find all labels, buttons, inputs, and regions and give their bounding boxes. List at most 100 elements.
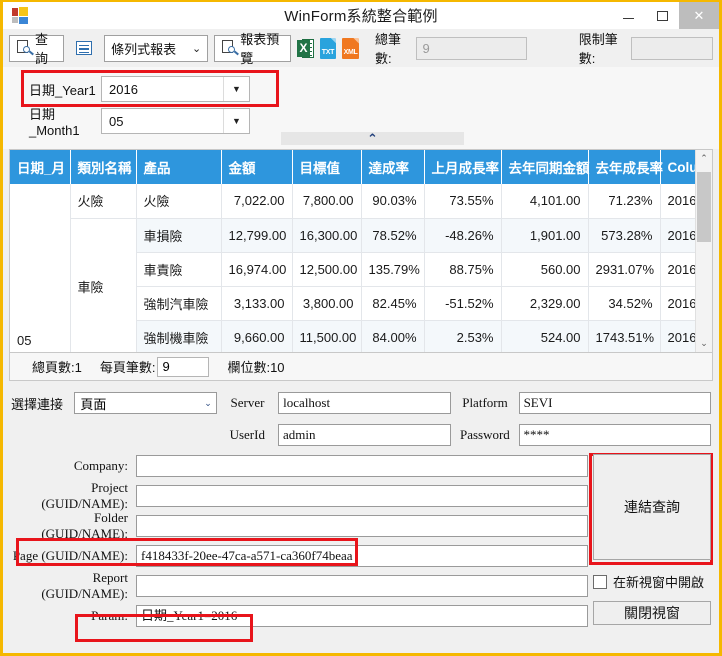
report-label: Report (GUID/NAME): — [41, 570, 128, 601]
col-header-lastyear-amount[interactable]: 去年同期金額 — [501, 150, 590, 184]
col-header-achieve[interactable]: 達成率 — [361, 150, 425, 184]
month-value: 05 — [109, 113, 124, 129]
scrollbar-thumb[interactable] — [697, 172, 711, 242]
collapse-panel-button[interactable]: ⌃ — [281, 132, 464, 145]
scroll-up-arrow-icon[interactable]: ⌃ — [696, 150, 712, 167]
close-button[interactable]: ✕ — [679, 2, 719, 29]
col-header-category[interactable]: 類別名稱 — [70, 150, 137, 184]
page-size-label: 每頁筆數: — [99, 360, 156, 375]
server-input[interactable]: localhost — [278, 392, 452, 414]
cell-target: 11,500.00 — [292, 320, 362, 352]
close-window-button[interactable]: 關閉視窗 — [593, 601, 711, 625]
project-input[interactable] — [136, 485, 588, 507]
year-label: 日期_Year1 — [29, 82, 96, 98]
cell-yoy: 2931.07% — [588, 252, 661, 287]
cell-product: 強制機車險 — [136, 320, 222, 352]
query-button[interactable]: 查詢 — [9, 32, 65, 66]
table-row[interactable]: 05 火險 火險 7,022.00 7,800.00 90.03% 73.55%… — [10, 184, 695, 352]
cell-yoy: 1743.51% — [588, 320, 661, 352]
report-preview-button[interactable]: 報表預覽 — [214, 32, 291, 66]
parameter-panel: 日期_Year1 2016 ▼ 日期_Month1 05 ▼ ⌃ — [3, 67, 719, 149]
excel-export-icon[interactable]: X — [296, 38, 314, 59]
col-header-amount[interactable]: 金額 — [221, 150, 293, 184]
connection-row-2: UserId admin Password **** — [11, 422, 711, 448]
winform-window: WinForm系統整合範例 ✕ 查詢 條列式報表 ⌄ 報表預覽 X TXT XM… — [0, 0, 722, 656]
col-header-month[interactable]: 日期_月 — [10, 150, 71, 184]
action-buttons: 連結查詢 在新視窗中開啟 關閉視窗 — [593, 454, 711, 625]
xml-export-icon[interactable]: XML — [342, 37, 359, 59]
cell-product: 車責險 — [136, 252, 222, 287]
grid-table: 日期_月 類別名稱 產品 金額 目標值 達成率 上月成長率 去年同期金額 去年成… — [10, 150, 695, 352]
col-header-product[interactable]: 產品 — [136, 150, 222, 184]
page-guid-input[interactable]: f418433f-20ee-47ca-a571-ca360f74beaa — [136, 545, 588, 567]
folder-input[interactable] — [136, 515, 588, 537]
col-header-mom[interactable]: 上月成長率 — [424, 150, 502, 184]
page-size-group: 每頁筆數: — [99, 356, 210, 377]
list-view-button[interactable] — [70, 34, 99, 62]
platform-input[interactable]: SEVI — [518, 392, 711, 414]
select-connection-label: 選擇連接 — [11, 396, 64, 412]
userid-input[interactable]: admin — [278, 424, 452, 446]
chevron-down-icon[interactable]: ▼ — [223, 109, 249, 133]
cell-amount: 3,133.00 — [221, 286, 293, 321]
userid-label: UserId — [229, 427, 265, 442]
list-icon — [76, 41, 93, 55]
txt-export-label: TXT — [321, 48, 335, 56]
server-label: Server — [230, 395, 265, 410]
cell-lastyear-amount: 4,101.00 — [501, 184, 589, 219]
cell-lastyear-amount: 2,329.00 — [501, 286, 589, 321]
cell-yoy: 34.52% — [588, 286, 661, 321]
open-new-window-row[interactable]: 在新視窗中開啟 — [593, 572, 711, 591]
param-input[interactable]: 日期_Year1=2016 — [136, 605, 588, 627]
scroll-down-arrow-icon[interactable]: ⌄ — [696, 335, 712, 352]
txt-export-icon[interactable]: TXT — [319, 37, 337, 59]
col-header-column1[interactable]: Column1 — [660, 150, 695, 184]
title-bar: WinForm系統整合範例 ✕ — [3, 2, 719, 29]
total-pages-label: 總頁數:1 — [32, 360, 82, 375]
table-row[interactable]: 車險 車損險 12,799.00 16,300.00 78.52% -48.26… — [10, 218, 695, 352]
cell-amount: 9,660.00 — [221, 320, 293, 352]
year-select[interactable]: 2016 ▼ — [101, 76, 250, 102]
cell-yoy: 573.28% — [588, 218, 661, 253]
magnifier-document-icon — [17, 40, 34, 56]
cell-mom: -51.52% — [424, 286, 502, 321]
xml-export-label: XML — [343, 48, 358, 56]
cell-amount: 16,974.00 — [221, 252, 293, 287]
password-input[interactable]: **** — [518, 424, 711, 446]
cell-amount: 7,022.00 — [221, 184, 293, 219]
open-new-window-checkbox[interactable] — [593, 574, 607, 589]
grid-vertical-scrollbar[interactable]: ⌃ ⌄ — [695, 150, 712, 352]
limit-count-label: 限制筆數: — [578, 32, 618, 66]
chevron-down-icon: ⌄ — [204, 397, 212, 408]
param-row-year: 日期_Year1 2016 ▼ — [3, 73, 719, 105]
chevron-down-icon: ⌄ — [191, 42, 202, 55]
cell-achieve: 78.52% — [361, 218, 425, 253]
cell-month-group: 05 — [10, 184, 71, 352]
report-type-select[interactable]: 條列式報表 ⌄ — [104, 34, 209, 62]
link-query-button[interactable]: 連結查詢 — [593, 454, 711, 560]
connection-section: 選擇連接 頁面 ⌄ Server localhost Platform SEVI… — [3, 390, 719, 448]
connection-type-select[interactable]: 頁面 ⌄ — [74, 392, 217, 414]
col-header-yoy[interactable]: 去年成長率 — [588, 150, 663, 184]
cell-achieve: 135.79% — [361, 252, 425, 287]
minimize-button[interactable] — [611, 2, 645, 29]
cell-mom: 73.55% — [424, 184, 502, 219]
company-input[interactable] — [136, 455, 588, 477]
platform-label: Platform — [462, 395, 508, 410]
report-guid-input[interactable] — [136, 575, 588, 597]
status-strip — [3, 644, 719, 653]
grid-header-row: 日期_月 類別名稱 產品 金額 目標值 達成率 上月成長率 去年同期金額 去年成… — [10, 150, 695, 184]
cell-target: 7,800.00 — [292, 184, 362, 219]
cell-yoy: 71.23% — [588, 184, 661, 219]
cell-target: 3,800.00 — [292, 286, 362, 321]
page-size-input[interactable] — [157, 356, 210, 377]
limit-count-input[interactable] — [631, 36, 713, 60]
grid-scroll-area[interactable]: 日期_月 類別名稱 產品 金額 目標值 達成率 上月成長率 去年同期金額 去年成… — [10, 150, 695, 352]
maximize-button[interactable] — [645, 2, 679, 29]
col-header-target[interactable]: 目標值 — [292, 150, 362, 184]
report-preview-icon — [222, 40, 240, 56]
cell-column1: 201605 — [660, 218, 695, 253]
chevron-down-icon[interactable]: ▼ — [223, 77, 249, 101]
month-select[interactable]: 05 ▼ — [101, 108, 250, 134]
cell-lastyear-amount: 560.00 — [501, 252, 589, 287]
